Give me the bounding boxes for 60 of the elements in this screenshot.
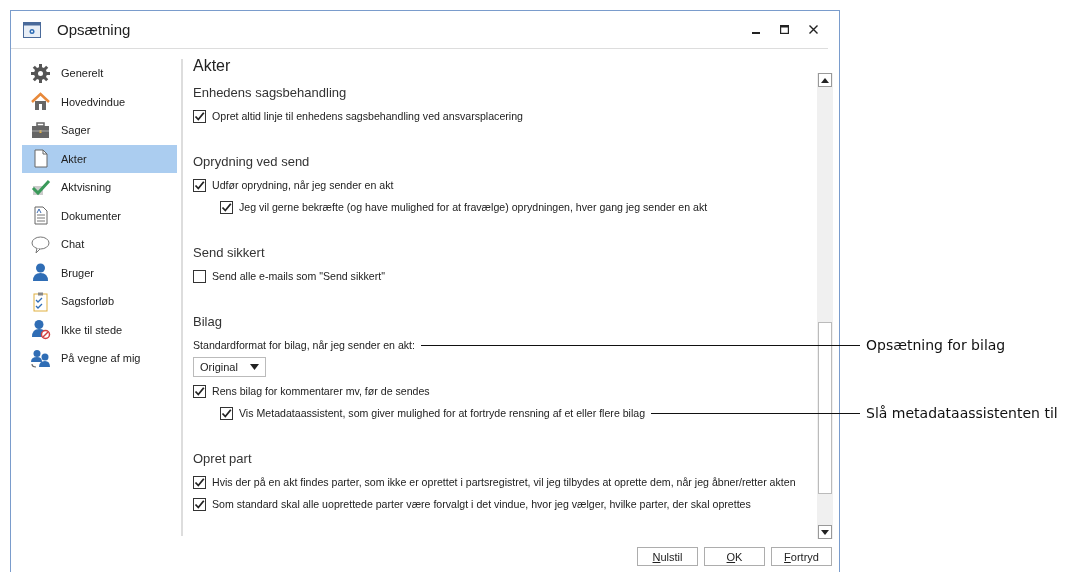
checkbox[interactable] [193,178,206,192]
checkbox-label: Opret altid linje til enhedens sagsbehandling ved ansvarsplacering [212,110,523,122]
sidebar-item[interactable]: Sager [22,116,177,145]
sidebar-item[interactable]: Ikke til stede [22,315,177,344]
section-heading: Oprydning ved send [193,153,311,171]
down-arrow-icon [821,529,829,535]
page-title: Akter [193,57,232,75]
section-heading: Opret part [193,450,253,468]
sidebar-item[interactable]: Aktvisning [22,173,177,202]
checkbox-label: Jeg vil gerne bekræfte (og have mulighed for at fravælge) oprydningen, hver gang jeg sender en akt [239,201,708,213]
checkbox[interactable] [193,475,206,489]
close-icon [809,25,818,34]
checkbox-label: Som standard skal alle uoprettede parter være forvalgt i det vindue, hvor jeg vælger, hvilke parter, der skal oprettes [212,498,751,510]
checkbox[interactable] [193,497,206,511]
sidebar-item[interactable]: Akter [22,144,177,173]
scrollbar[interactable] [817,73,833,539]
minimize-icon [752,31,760,34]
checkbox-label: Hvis der på en akt findes parter, som ikke er oprettet i partsregistret, vil jeg tilbydes at oprette dem, når jeg åbner/retter akten [212,476,796,488]
sidebar-item[interactable]: Generelt [22,59,177,88]
user-unavailable-icon [30,319,51,341]
section-heading: Bilag [193,313,223,331]
speech-bubble-icon [30,233,51,255]
dialog-button[interactable]: Fortryd [771,547,832,566]
checkbox-label: Rens bilag for kommentarer mv, før de sendes [212,385,430,397]
checkbox[interactable] [193,384,206,398]
scroll-up-button[interactable] [818,73,832,87]
gear-icon [30,62,51,84]
sidebar-item[interactable]: Chat [22,230,177,259]
dialog-button[interactable]: Nulstil [637,547,698,566]
dialog-button[interactable]: OK [704,547,765,566]
house-icon [30,91,51,113]
scroll-down-button[interactable] [818,525,832,539]
users-icon [30,347,51,369]
checkbox-label: Send alle e-mails som "Send sikkert" [212,270,385,282]
dropdown-arrow-icon [249,364,259,370]
maximize-icon [780,25,789,34]
checkbox[interactable] [193,109,206,123]
checkbox[interactable] [193,269,206,283]
briefcase-icon [30,119,51,141]
checkbox-label: Vis Metadataassistent, som giver mulighed for at fortryde rensning af et eller flere bilag [239,407,646,419]
settings-icon [23,21,41,38]
checkbox-label: Udfør oprydning, når jeg sender en akt [212,179,394,191]
checkbox[interactable] [220,406,233,420]
sidebar-item[interactable]: Dokumenter [22,201,177,230]
sidebar-item[interactable]: Sagsforløb [22,287,177,316]
callout-text: Slå metadataassistenten til [866,405,1058,421]
format-dropdown[interactable]: Original [193,357,266,377]
clipboard-icon [30,290,51,312]
user-icon [30,262,51,284]
section-heading: Enhedens sagsbehandling [193,84,348,102]
sidebar-item[interactable]: På vegne af mig [22,344,177,373]
scrollbar-thumb[interactable] [818,322,832,494]
up-arrow-icon [821,77,829,83]
sidebar-item[interactable]: Bruger [22,258,177,287]
sidebar-item[interactable]: Hovedvindue [22,87,177,116]
section-heading: Send sikkert [193,244,266,262]
field-label: Standardformat for bilag, når jeg sender en akt: [193,338,415,353]
checkbox[interactable] [220,200,233,214]
callout-text: Opsætning for bilag [866,337,1006,353]
window-title: Opsætning [57,21,131,38]
